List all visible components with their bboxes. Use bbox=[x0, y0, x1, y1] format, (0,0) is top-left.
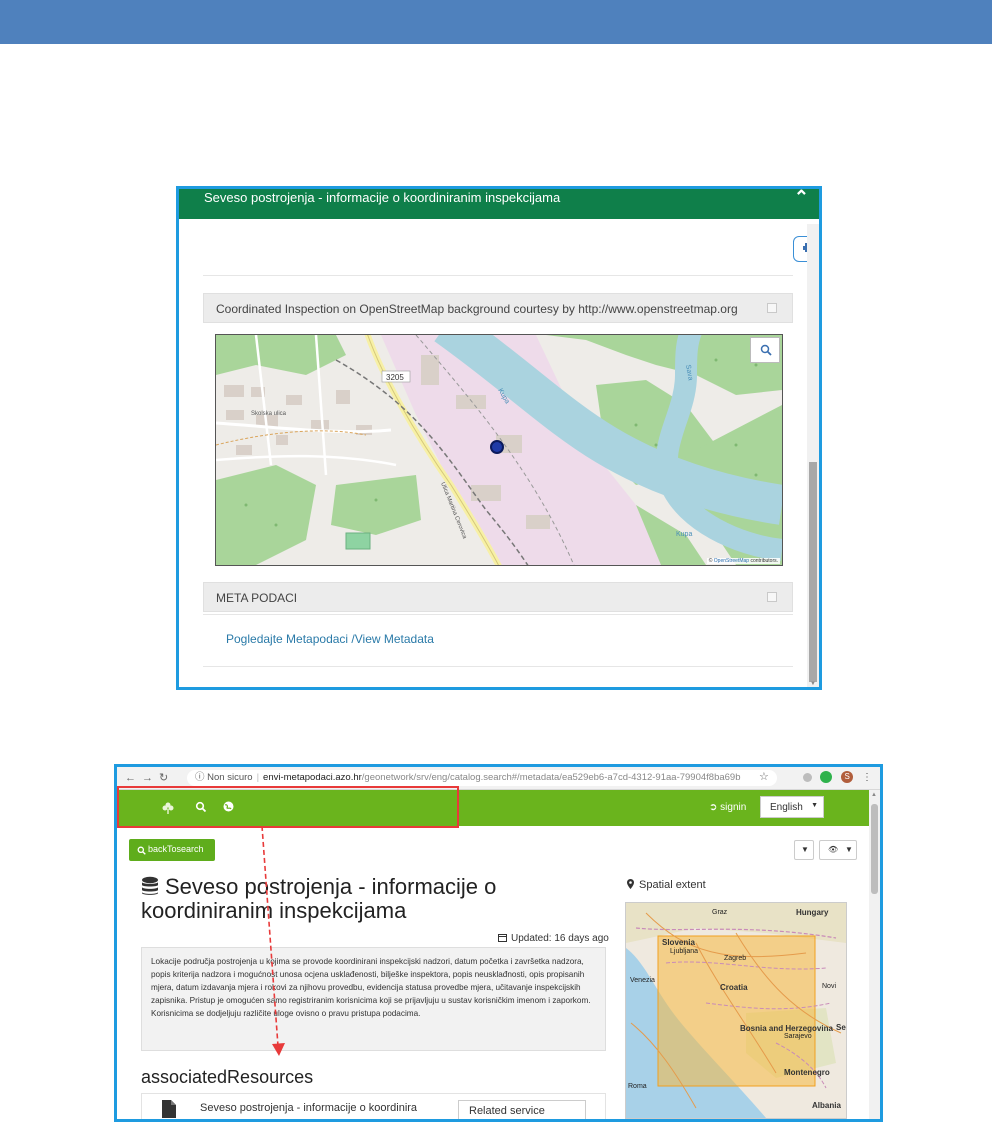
place-label: Venezia bbox=[630, 977, 655, 984]
search-icon bbox=[137, 846, 146, 855]
scroll-up-icon[interactable]: ▲ bbox=[871, 792, 877, 798]
scrollbar-thumb[interactable] bbox=[809, 462, 817, 682]
associated-resource-name: Seveso postrojenja - informacije o koord… bbox=[200, 1102, 418, 1114]
place-label: Bosnia and Herzegovina bbox=[740, 1024, 833, 1033]
database-icon bbox=[142, 876, 158, 895]
forward-arrow-icon[interactable]: → bbox=[142, 772, 159, 784]
place-label: Albania bbox=[812, 1101, 841, 1110]
view-mode-dropdown[interactable]: 👁 ▼ bbox=[819, 840, 857, 860]
meta-panel-heading[interactable]: META PODACI bbox=[203, 582, 793, 612]
place-label: Novi bbox=[822, 983, 837, 990]
collapse-icon[interactable] bbox=[767, 592, 777, 602]
url-path: /geonetwork/srv/eng/catalog.search#/meta… bbox=[361, 772, 741, 783]
info-icon: ⓘ bbox=[195, 772, 205, 783]
caret-down-icon: ▼ bbox=[811, 802, 818, 809]
language-select[interactable]: English ▼ bbox=[760, 796, 824, 818]
osm-map[interactable]: 3205 Skolska ulica Ulica Martina Cerovic… bbox=[215, 334, 783, 566]
zoom-button[interactable] bbox=[750, 337, 780, 363]
zoom-in-icon bbox=[760, 344, 772, 356]
place-label: Slovenia bbox=[662, 938, 695, 947]
map-attribution: © OpenStreetMap contributors. bbox=[706, 558, 780, 564]
scrollbar[interactable]: ▼ bbox=[807, 224, 819, 687]
record-title: Seveso postrojenja - informacije o koord… bbox=[141, 874, 497, 923]
eye-icon: 👁 bbox=[828, 845, 839, 854]
scrollbar[interactable]: ▲ bbox=[869, 790, 880, 1119]
scroll-down-icon[interactable]: ▼ bbox=[810, 681, 816, 687]
place-label: Graz bbox=[712, 909, 728, 916]
extension-icons: S ⋮ bbox=[797, 771, 872, 783]
close-icon[interactable]: ⌃ bbox=[794, 189, 809, 208]
back-to-search-label: backTosearch bbox=[148, 844, 204, 854]
caret-down-icon: ▼ bbox=[801, 845, 809, 854]
extension-icon[interactable] bbox=[802, 772, 812, 782]
modal-header: Seveso postrojenja - informacije o koord… bbox=[179, 189, 819, 219]
grammar-extension-icon[interactable] bbox=[820, 771, 833, 783]
modal-title: Seveso postrojenja - informacije o koord… bbox=[204, 190, 561, 205]
divider bbox=[203, 666, 793, 667]
actions-dropdown[interactable]: ▼ bbox=[794, 840, 814, 860]
divider bbox=[203, 614, 793, 615]
reload-icon[interactable]: ↻ bbox=[159, 772, 174, 784]
catalog-screenshot: ←→↻ ⓘ Non sicuro | envi-metapodaci.azo.hr/… bbox=[114, 764, 883, 1122]
security-label: Non sicuro bbox=[207, 772, 253, 783]
map-panel-heading[interactable]: Coordinated Inspection on OpenStreetMap … bbox=[203, 293, 793, 323]
divider bbox=[203, 275, 793, 276]
associated-resources-heading: associatedResources bbox=[141, 1067, 314, 1087]
road-number-label: 3205 bbox=[386, 373, 404, 382]
river-label: Kupa bbox=[676, 531, 692, 538]
place-label: Hungary bbox=[796, 908, 829, 917]
file-icon bbox=[162, 1100, 176, 1118]
street-label: Skolska ulica bbox=[251, 411, 287, 417]
scrollbar-thumb[interactable] bbox=[871, 804, 878, 894]
place-label: Ljubljana bbox=[670, 948, 699, 955]
related-service-button[interactable]: Related service bbox=[458, 1100, 586, 1119]
signin-icon: ➲ bbox=[709, 802, 718, 813]
back-to-search-button[interactable]: backTosearch bbox=[129, 839, 215, 861]
place-label: Montenegro bbox=[784, 1068, 830, 1077]
record-abstract: Lokacije područja postrojenja u kojima s… bbox=[141, 947, 606, 1051]
place-label: Croatia bbox=[720, 983, 748, 992]
bookmark-star-icon[interactable]: ☆ bbox=[759, 770, 769, 783]
calendar-icon bbox=[498, 934, 507, 942]
header-band bbox=[0, 0, 992, 44]
place-label: Se bbox=[836, 1023, 846, 1032]
map-marker-icon bbox=[627, 879, 634, 889]
signin-link[interactable]: ➲ signin bbox=[709, 802, 746, 813]
spatial-map-tiles bbox=[626, 903, 846, 1118]
profile-avatar[interactable]: S bbox=[841, 771, 854, 783]
updated-label: Updated: 16 days ago bbox=[498, 933, 609, 944]
back-arrow-icon[interactable]: ← bbox=[125, 772, 142, 784]
collapse-icon[interactable] bbox=[767, 303, 777, 313]
place-label: Sarajevo bbox=[784, 1033, 812, 1040]
address-bar[interactable]: ⓘ Non sicuro | envi-metapodaci.azo.hr/geon… bbox=[187, 770, 777, 786]
url-host: envi-metapodaci.azo.hr bbox=[263, 772, 362, 783]
map-tiles: 3205 Skolska ulica Ulica Martina Cerovic… bbox=[216, 335, 782, 565]
view-metadata-link[interactable]: Pogledajte Metapodaci /View Metadata bbox=[226, 632, 434, 646]
caret-down-icon: ▼ bbox=[845, 845, 853, 854]
place-label: Roma bbox=[628, 1083, 647, 1090]
language-value: English bbox=[770, 802, 803, 813]
meta-panel-title: META PODACI bbox=[216, 591, 298, 605]
map-panel-title: Coordinated Inspection on OpenStreetMap … bbox=[216, 302, 738, 316]
more-menu-icon[interactable]: ⋮ bbox=[862, 772, 872, 783]
annotation-highlight-box bbox=[117, 786, 459, 828]
map-popup-screenshot: Seveso postrojenja - informacije o koord… bbox=[176, 186, 822, 690]
osm-link[interactable]: OpenStreetMap bbox=[714, 558, 749, 564]
associated-resource-item[interactable]: Seveso postrojenja - informacije o koord… bbox=[141, 1093, 606, 1119]
spatial-extent-heading: Spatial extent bbox=[627, 879, 706, 891]
place-label: Zagreb bbox=[724, 955, 747, 962]
spatial-extent-map[interactable]: Graz Hungary Slovenia Ljubljana Zagreb V… bbox=[625, 902, 847, 1119]
browser-nav: ←→↻ bbox=[125, 771, 174, 784]
